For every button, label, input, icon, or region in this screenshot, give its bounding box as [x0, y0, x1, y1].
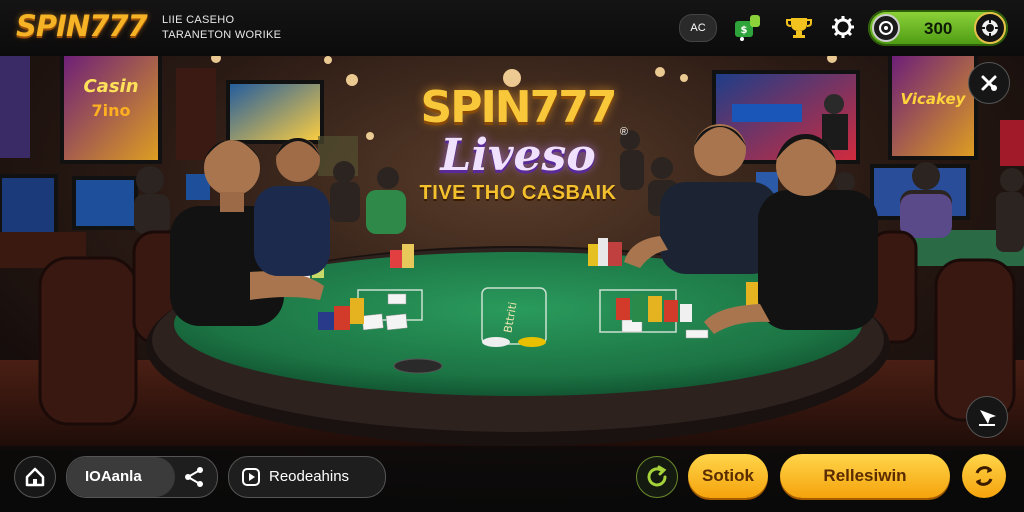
language-badge[interactable]: AC [679, 14, 717, 42]
user-pill[interactable]: IOAanla [66, 456, 218, 498]
gear-icon[interactable] [828, 12, 858, 42]
top-bar: SPIN777 LIIE CASEHO TARANETON WORIKE AC … [0, 0, 1024, 56]
close-button[interactable] [968, 62, 1010, 104]
headline-live: Liveso [440, 130, 596, 181]
wallet-icon [872, 14, 900, 42]
trophy-icon[interactable] [784, 12, 814, 42]
headline-tagline: TIVE THO CASBAIK [419, 182, 617, 204]
refresh-icon [647, 465, 667, 487]
swap-icon [975, 466, 993, 486]
subtitle-line-2: TARANETON WORIKE [162, 29, 282, 41]
share-button[interactable]: Reodeahins [228, 456, 386, 498]
refresh-button[interactable] [636, 456, 678, 498]
username-label: IOAanla [85, 468, 142, 485]
pointer-button[interactable] [966, 396, 1008, 438]
main-action-button[interactable]: Rellesiwin [780, 454, 950, 498]
home-icon [25, 467, 45, 487]
close-icon [981, 75, 997, 91]
subtitle-line-1: LIIE CASEHO [162, 14, 235, 26]
svg-text:7ino: 7ino [92, 101, 131, 120]
small-action-button[interactable]: Sotiok [688, 454, 768, 498]
casino-background-scene: Casin 7ino Vicakey Bttriti [0, 0, 1024, 512]
registered-mark: ® [619, 126, 628, 138]
pointer-icon [979, 410, 996, 426]
play-icon [241, 467, 261, 487]
svg-text:Vicakey: Vicakey [901, 90, 967, 108]
headline-brand: SPIN777 [420, 82, 618, 133]
svg-text:Casin: Casin [83, 76, 138, 97]
share-label: Reodeahins [269, 468, 350, 485]
balance-value: 300 [924, 19, 953, 38]
gift-icon[interactable]: $ [732, 12, 762, 42]
bottom-bar: IOAanla Reodeahins Sotiok Rellesiwin [0, 446, 1024, 512]
chip-icon [974, 12, 1006, 44]
share-icon[interactable] [183, 466, 205, 488]
svg-text:$: $ [741, 25, 748, 36]
balance-pill[interactable]: 300 [868, 10, 1008, 46]
home-button[interactable] [14, 456, 56, 498]
brand-logo[interactable]: SPIN777 [16, 9, 148, 43]
swap-button[interactable] [962, 454, 1006, 498]
headline-block: SPIN777 Liveso ® TIVE THO CASBAIK [402, 84, 634, 206]
